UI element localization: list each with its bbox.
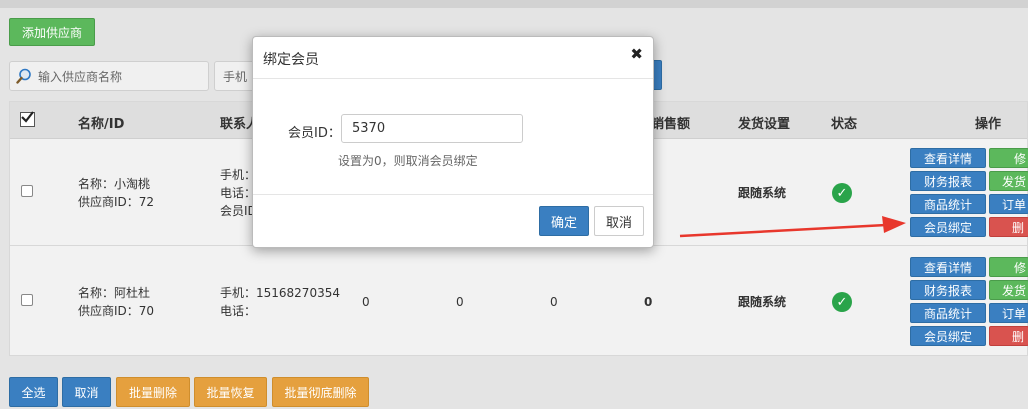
bind-member-button[interactable]: 会员绑定 bbox=[910, 217, 986, 237]
supplier-search-placeholder: 输入供应商名称 bbox=[38, 69, 123, 84]
bind-member-button[interactable]: 会员绑定 bbox=[910, 326, 986, 346]
shipping-setting: 跟随系统 bbox=[738, 295, 787, 309]
status-ok-icon: ✓ bbox=[832, 183, 852, 203]
close-icon[interactable]: ✖ bbox=[630, 45, 643, 63]
header-actions: 操作 bbox=[975, 117, 1002, 132]
delete-button[interactable]: 删 bbox=[989, 326, 1028, 346]
product-stats-button[interactable]: 商品统计 bbox=[910, 303, 986, 323]
ship-button[interactable]: 发货 bbox=[989, 280, 1028, 300]
select-all-button[interactable]: 全选 bbox=[9, 377, 58, 407]
add-supplier-button[interactable]: 添加供应商 bbox=[9, 18, 95, 46]
select-all-header-checkbox[interactable] bbox=[20, 111, 35, 127]
supplier-name: 名称：阿杜杜 bbox=[78, 286, 151, 300]
member-id-value: 5370 bbox=[352, 121, 386, 136]
header-shipping: 发货设置 bbox=[738, 117, 791, 132]
dialog-cancel-button[interactable]: 取消 bbox=[594, 206, 644, 236]
finance-report-button[interactable]: 财务报表 bbox=[910, 280, 986, 300]
finance-report-button[interactable]: 财务报表 bbox=[910, 171, 986, 191]
view-details-button[interactable]: 查看详情 bbox=[910, 257, 986, 277]
header-status: 状态 bbox=[831, 117, 858, 132]
edit-button[interactable]: 修 bbox=[989, 148, 1028, 168]
bulk-restore-button[interactable]: 批量恢复 bbox=[194, 377, 267, 407]
search-icon bbox=[16, 68, 32, 84]
view-details-button[interactable]: 查看详情 bbox=[910, 148, 986, 168]
row-checkbox[interactable] bbox=[21, 294, 33, 306]
contact-phone: 手机：15168270354 bbox=[220, 286, 340, 300]
contact-tel: 电话： bbox=[220, 304, 257, 318]
phone-search-placeholder: 手机 bbox=[223, 69, 248, 84]
header-sales: 销售额 bbox=[651, 117, 691, 132]
contact-phone: 手机： bbox=[220, 168, 257, 182]
count-cell: 0 bbox=[550, 295, 558, 309]
dialog-footer: 确定 取消 bbox=[253, 194, 653, 249]
status-ok-icon: ✓ bbox=[832, 292, 852, 312]
ship-button[interactable]: 发货 bbox=[989, 171, 1028, 191]
orders-button[interactable]: 订单 bbox=[989, 303, 1028, 323]
supplier-id: 供应商ID：70 bbox=[78, 304, 155, 318]
delete-button[interactable]: 删 bbox=[989, 217, 1028, 237]
confirm-button[interactable]: 确定 bbox=[539, 206, 589, 236]
dialog-title: 绑定会员 bbox=[263, 52, 319, 68]
product-stats-button[interactable]: 商品统计 bbox=[910, 194, 986, 214]
row-checkbox[interactable] bbox=[21, 185, 33, 197]
count-cell: 0 bbox=[456, 295, 464, 309]
supplier-id: 供应商ID：72 bbox=[78, 195, 155, 209]
contact-tel: 电话： bbox=[220, 186, 257, 200]
cancel-selection-button[interactable]: 取消 bbox=[62, 377, 111, 407]
dialog-header: 绑定会员 ✖ bbox=[253, 37, 653, 79]
top-bar bbox=[0, 0, 1028, 8]
bind-member-dialog: 绑定会员 ✖ 会员ID： 5370 设置为0，则取消会员绑定 确定 取消 bbox=[252, 36, 654, 248]
bulk-delete-button[interactable]: 批量删除 bbox=[116, 377, 190, 407]
member-id-label: 会员ID： bbox=[288, 126, 341, 141]
header-name-id: 名称/ID bbox=[78, 117, 125, 132]
bulk-purge-button[interactable]: 批量彻底删除 bbox=[272, 377, 369, 407]
sales-amount: 0 bbox=[644, 295, 653, 309]
member-id-field[interactable]: 5370 bbox=[341, 114, 523, 143]
supplier-name: 名称：小淘桃 bbox=[78, 177, 151, 191]
count-cell: 0 bbox=[362, 295, 370, 309]
table-row: 名称：阿杜杜 供应商ID：70 手机：15168270354 电话： 0 0 0… bbox=[10, 247, 1028, 356]
edit-button[interactable]: 修 bbox=[989, 257, 1028, 277]
supplier-search-input[interactable]: 输入供应商名称 bbox=[9, 61, 209, 91]
orders-button[interactable]: 订单 bbox=[989, 194, 1028, 214]
member-id-hint: 设置为0，则取消会员绑定 bbox=[338, 154, 478, 168]
shipping-setting: 跟随系统 bbox=[738, 186, 787, 200]
